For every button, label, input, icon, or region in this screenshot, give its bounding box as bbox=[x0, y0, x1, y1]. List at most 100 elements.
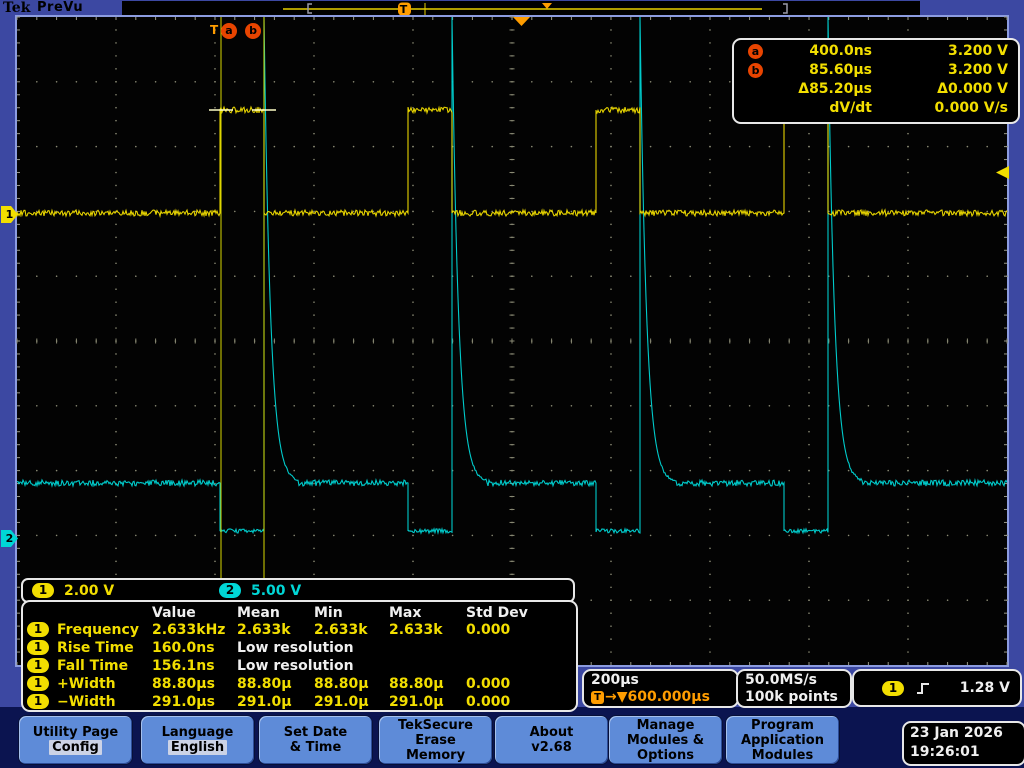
trigger-level: 1.28 V bbox=[959, 680, 1010, 696]
cursor-b-badge[interactable]: b bbox=[245, 23, 261, 39]
cursor-t-marker: T bbox=[210, 23, 219, 37]
measurement-row: 1 Fall Time 156.1ns Low resolution bbox=[23, 657, 576, 675]
ch1-badge: 1 bbox=[27, 640, 49, 655]
menu-button-label: Utility Page bbox=[32, 725, 119, 740]
measurement-row: 1 Frequency 2.633kHz 2.633k 2.633k 2.633k 0.00… bbox=[23, 621, 576, 639]
menu-button-about[interactable]: About v2.68 bbox=[494, 715, 609, 765]
measurement-mean: 2.633k bbox=[237, 622, 291, 638]
measurement-min: 2.633k bbox=[314, 622, 368, 638]
ch1-badge: 1 bbox=[32, 583, 54, 598]
measurement-mean: 291.0µ bbox=[237, 694, 292, 710]
cursor-readout-row: Δ85.20µs Δ0.000 V bbox=[734, 80, 1018, 99]
measurement-min: 291.0µ bbox=[314, 694, 369, 710]
trigger-source-badge: 1 bbox=[882, 681, 904, 696]
cursor-readout-row: a 400.0ns 3.200 V bbox=[734, 42, 1018, 61]
record-length: 100k points bbox=[745, 689, 838, 705]
measurement-label: +Width bbox=[57, 676, 116, 692]
menu-button-label: & Time bbox=[289, 740, 342, 755]
time-label: 19:26:01 bbox=[910, 744, 980, 760]
menu-button-label: TekSecure bbox=[398, 717, 473, 733]
cursor-volt-value: 0.000 V/s bbox=[934, 100, 1008, 116]
measurement-header: Min bbox=[314, 605, 343, 621]
date-label: 23 Jan 2026 bbox=[910, 725, 1003, 741]
ch1-badge: 1 bbox=[27, 658, 49, 673]
measurement-std: 0.000 bbox=[466, 676, 511, 692]
measurement-value: 2.633kHz bbox=[152, 622, 226, 638]
cursor-time-value: 400.0ns bbox=[809, 43, 872, 59]
measurement-std: 0.000 bbox=[466, 694, 511, 710]
measurement-header: Max bbox=[389, 605, 422, 621]
menu-button-language[interactable]: Language English bbox=[140, 715, 255, 765]
menu-button-value: Config bbox=[49, 740, 102, 755]
ch1-badge: 1 bbox=[27, 694, 49, 709]
menu-button-label: Program bbox=[751, 717, 814, 733]
measurement-note: Low resolution bbox=[237, 658, 354, 674]
menu-button-label: Manage bbox=[636, 717, 695, 733]
cursor-volt-value: 3.200 V bbox=[948, 62, 1008, 78]
measurement-label: Fall Time bbox=[57, 658, 129, 674]
measurement-std: 0.000 bbox=[466, 622, 511, 638]
menu-button-value: English bbox=[167, 740, 228, 755]
menu-button-label: Options bbox=[637, 747, 694, 763]
measurement-value: 291.0µs bbox=[152, 694, 215, 710]
measurement-max: 291.0µ bbox=[389, 694, 444, 710]
cursor-time-value: Δ85.20µs bbox=[798, 81, 872, 97]
menu-button-manage[interactable]: Manage Modules & Options bbox=[608, 715, 723, 765]
acquisition-box: 50.0MS/s 100k points bbox=[736, 669, 852, 708]
measurement-max: 88.80µ bbox=[389, 676, 444, 692]
measurement-min: 88.80µ bbox=[314, 676, 369, 692]
measurement-row: 1 +Width 88.80µs 88.80µ 88.80µ 88.80µ 0.000 bbox=[23, 675, 576, 693]
measurement-value: 88.80µs bbox=[152, 676, 215, 692]
measurement-header: Value bbox=[152, 605, 196, 621]
rising-edge-icon bbox=[917, 683, 929, 694]
menu-button-label: Modules & bbox=[626, 732, 705, 748]
sample-rate: 50.0MS/s bbox=[745, 672, 818, 688]
timebase-box: 200µs T →▼600.000µs bbox=[582, 669, 739, 708]
menu-button-utility-page[interactable]: Utility Page Config bbox=[18, 715, 133, 765]
menu-button-label: Erase bbox=[415, 732, 456, 748]
cursor-readout-box: a 400.0ns 3.200 V b 85.60µs 3.200 V Δ85.20µs Δ0… bbox=[732, 38, 1020, 124]
menu-button-label: Modules bbox=[751, 747, 814, 763]
ch1-badge: 1 bbox=[27, 622, 49, 637]
measurement-note: Low resolution bbox=[237, 640, 354, 656]
measurement-label: −Width bbox=[57, 694, 116, 710]
menu-button-label: Application bbox=[741, 732, 824, 748]
cursor-b-badge: b bbox=[748, 63, 763, 78]
trigger-delay: T →▼600.000µs bbox=[591, 689, 737, 706]
menu-button-set-date[interactable]: Set Date & Time bbox=[258, 715, 373, 765]
menu-button-teksecure[interactable]: TekSecure Erase Memory bbox=[378, 715, 493, 765]
cursor-a-badge[interactable]: a bbox=[221, 23, 237, 39]
ch1-badge: 1 bbox=[27, 676, 49, 691]
ch1-scale: 1 2.00 V bbox=[32, 583, 114, 599]
measurement-row: 1 −Width 291.0µs 291.0µ 291.0µ 291.0µ 0.000 bbox=[23, 693, 576, 711]
measurement-value: 156.1ns bbox=[152, 658, 215, 674]
oscilloscope-screen: Tek PreVu T 1 2 T a b a 400.0ns 3.200 Vb 85… bbox=[0, 0, 1024, 768]
soft-key-menu: Utility Page Config Language English Set Dat… bbox=[0, 707, 1024, 768]
trigger-t-icon: T bbox=[591, 691, 604, 704]
timebase-scale: 200µs bbox=[591, 672, 639, 688]
cursor-volt-value: Δ0.000 V bbox=[937, 81, 1008, 97]
cursor-time-value: dV/dt bbox=[829, 100, 872, 116]
measurement-row: 1 Rise Time 160.0ns Low resolution bbox=[23, 639, 576, 657]
cursor-volt-value: 3.200 V bbox=[948, 43, 1008, 59]
measurement-header: Mean bbox=[237, 605, 280, 621]
measurement-label: Frequency bbox=[57, 622, 139, 638]
measurement-max: 2.633k bbox=[389, 622, 443, 638]
menu-button-label: Language bbox=[161, 725, 234, 740]
menu-button-label: About bbox=[529, 725, 574, 740]
ch2-scale: 2 5.00 V bbox=[219, 583, 301, 599]
menu-button-program[interactable]: Program Application Modules bbox=[725, 715, 840, 765]
cursor-a-badge: a bbox=[748, 44, 763, 59]
measurement-mean: 88.80µ bbox=[237, 676, 292, 692]
measurement-header: Std Dev bbox=[466, 605, 528, 621]
menu-button-label: Set Date bbox=[283, 725, 348, 740]
measurement-header-row: Value Mean Min Max Std Dev bbox=[23, 602, 576, 621]
ch2-badge: 2 bbox=[219, 583, 241, 598]
cursor-readout-row: b 85.60µs 3.200 V bbox=[734, 61, 1018, 80]
measurement-table: Value Mean Min Max Std Dev 1 Frequency 2.633kHz… bbox=[21, 600, 578, 712]
menu-button-label: v2.68 bbox=[531, 740, 572, 755]
